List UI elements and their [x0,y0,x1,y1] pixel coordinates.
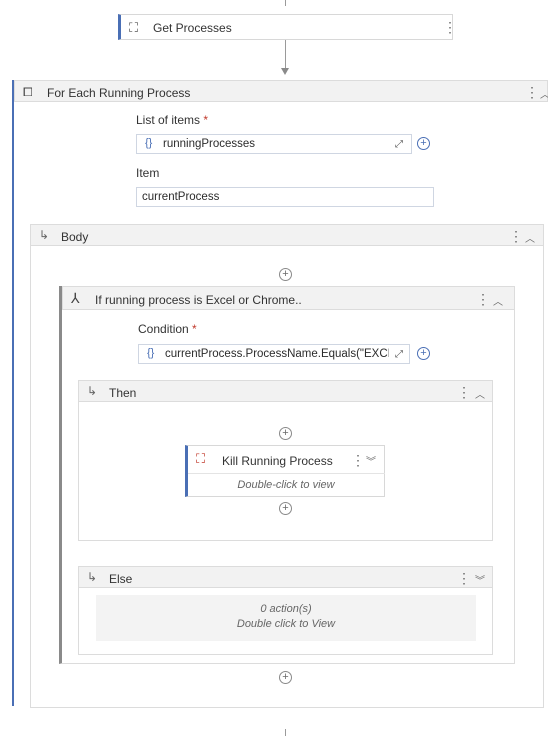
if-branch-icon: ⅄ [71,290,80,306]
body-header[interactable]: ↳ Body ⋮ ︿ [30,224,544,246]
kill-process-divider [188,473,385,474]
kill-running-process-activity[interactable]: ⛶ Kill Running Process ⋮ ︾ Double-click … [185,445,385,497]
condition-input[interactable]: {} currentProcess.ProcessName.Equals("EX… [138,344,410,364]
bottom-connector [285,729,286,736]
then-title: Then [109,386,137,400]
expand-editor-icon[interactable]: ⤢ [395,139,403,150]
condition-expression-icon: {} [147,347,155,359]
kill-process-hint: Double-click to view [237,479,335,491]
kill-process-menu-icon[interactable]: ⋮ [351,453,365,467]
else-empty-drop-area[interactable]: 0 action(s) Double click to View [96,595,476,641]
else-header[interactable]: ↳ Else ⋮ ︾ [78,566,493,588]
else-menu-icon[interactable]: ⋮ [457,571,471,585]
body-arrow-icon: ↳ [39,228,50,242]
kill-process-icon: ⛶ [196,451,206,466]
get-processes-menu-icon[interactable]: ⋮ [443,20,457,34]
for-each-header[interactable]: ⧠ For Each Running Process ⋮ ︿ [14,80,548,102]
else-title: Else [109,572,133,586]
body-menu-icon[interactable]: ⋮ [509,229,523,243]
kill-process-chevron-down-icon[interactable]: ︾ [366,453,376,468]
top-connector [285,0,286,6]
add-variable-icon[interactable]: + [417,137,430,150]
for-each-title: For Each Running Process [47,86,191,100]
else-view-hint: Double click to View [236,618,336,630]
list-of-items-input[interactable]: {} runningProcesses ⤢ [136,134,412,154]
get-processes-activity[interactable]: ⛶ Get Processes ⋮ [118,14,457,40]
body-chevron-up-icon[interactable]: ︿ [525,230,535,245]
then-header[interactable]: ↳ Then ⋮ ︿ [78,380,493,402]
then-add-bottom-icon[interactable]: + [279,502,292,515]
else-chevron-down-icon[interactable]: ︾ [475,572,485,587]
arrow-down-icon [281,68,289,75]
sequence-connector [285,40,286,70]
get-processes-title: Get Processes [153,21,232,35]
if-header[interactable]: ⅄ If running process is Excel or Chrome.… [62,286,515,310]
item-label: Item [136,166,160,180]
list-of-items-label: List of items * [136,113,209,127]
condition-expand-icon[interactable]: ⤢ [395,349,403,360]
kill-process-title: Kill Running Process [222,454,333,468]
if-title: If running process is Excel or Chrome.. [95,293,302,307]
else-action-count: 0 action(s) [260,603,312,615]
add-activity-plus-icon[interactable]: + [279,268,292,281]
condition-label: Condition * [138,322,197,336]
then-menu-icon[interactable]: ⋮ [457,385,471,399]
if-menu-icon[interactable]: ⋮ [476,292,490,306]
then-chevron-up-icon[interactable]: ︿ [475,386,485,401]
body-add-bottom-icon[interactable]: + [279,671,292,684]
process-gear-icon: ⛶ [129,20,139,35]
expression-icon: {} [145,137,153,149]
then-arrow-icon: ↳ [87,384,98,398]
body-title: Body [61,230,89,244]
condition-add-icon[interactable]: + [417,347,430,360]
else-arrow-icon: ↳ [87,570,98,584]
for-each-icon: ⧠ [23,85,33,99]
item-input[interactable]: currentProcess [136,187,434,207]
chevron-up-icon[interactable]: ︿ [540,86,548,101]
if-chevron-up-icon[interactable]: ︿ [493,293,503,308]
then-add-top-icon[interactable]: + [279,427,292,440]
for-each-menu-icon[interactable]: ⋮ [525,85,539,99]
